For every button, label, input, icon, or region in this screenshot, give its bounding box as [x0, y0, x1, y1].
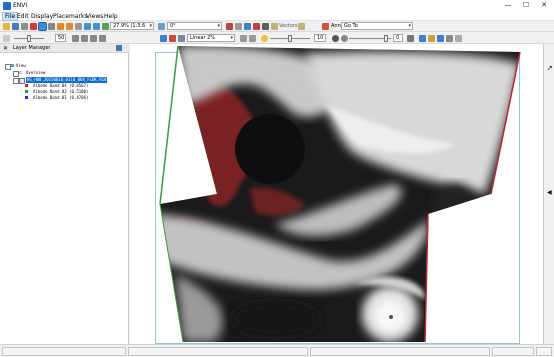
satellite-image[interactable]	[155, 44, 525, 344]
status-cell-2	[128, 347, 308, 356]
status-cell-4	[492, 347, 534, 356]
resize-grip[interactable]	[536, 347, 552, 356]
tree-label-band-1: Albedo Band 01 (0.4706)	[33, 95, 89, 100]
histogram-icon[interactable]	[169, 35, 176, 42]
menu-help[interactable]: Help	[102, 12, 120, 21]
blue-channel-icon	[25, 96, 28, 99]
contrast-spinbox[interactable]: 0	[393, 34, 403, 42]
cursor-arrow-icon: ➚	[547, 64, 553, 72]
print-icon[interactable]	[21, 23, 28, 30]
goto-value: Go To	[344, 23, 358, 29]
stretch-value: Linear 2%	[190, 35, 216, 41]
settings-icon[interactable]	[446, 35, 453, 42]
contrast-half-icon	[341, 35, 348, 42]
layer-manager-header: ✕ Layer Manager	[0, 44, 129, 53]
rotate-icon[interactable]	[66, 23, 73, 30]
menu-bar: File Edit Display Placemarks Views Help	[0, 12, 554, 21]
more-tools-icon[interactable]	[455, 35, 462, 42]
zoom-combo[interactable]: 27.9% (1:3.6 ▾	[110, 22, 154, 30]
expand-panel-icon[interactable]: ◀	[547, 189, 552, 196]
layer-manager-panel: ✕ Layer Manager View Overview HS_H08_201…	[0, 44, 129, 344]
opacity-spinbox[interactable]: 50	[55, 34, 66, 42]
status-cell-3	[310, 347, 490, 356]
display-toolbar: 50 Linear 2% ▾ 10 0	[0, 33, 554, 44]
vectors-icon[interactable]	[271, 23, 278, 30]
save-icon[interactable]	[12, 23, 19, 30]
stretch-combo[interactable]: Linear 2% ▾	[187, 34, 235, 42]
window-title: ENVI	[13, 2, 28, 9]
rotation-combo[interactable]: 0° ▾	[167, 22, 222, 30]
chevron-down-icon: ▾	[230, 35, 233, 41]
transparency-icon[interactable]	[3, 35, 10, 42]
vector-tool-icon[interactable]	[298, 23, 305, 30]
brightness-slider-knob[interactable]	[288, 35, 292, 42]
red-channel-icon	[25, 84, 28, 87]
export-icon[interactable]	[437, 35, 444, 42]
classify-icon[interactable]	[428, 35, 435, 42]
opacity-slider-knob[interactable]	[27, 35, 31, 42]
enhance-icon[interactable]	[240, 35, 247, 42]
maximize-button[interactable]: ☐	[518, 0, 534, 12]
tree-label-overview: Overview	[26, 70, 46, 75]
fit-view-icon[interactable]	[102, 23, 109, 30]
select-tool-icon[interactable]	[38, 22, 47, 31]
sharpen-tool-icon[interactable]	[407, 35, 414, 42]
brightness-icon	[261, 35, 268, 42]
chevron-down-icon: ▾	[149, 23, 152, 29]
rotation-value: 0°	[170, 23, 176, 29]
pan-icon[interactable]	[48, 23, 55, 30]
collapsed-panel-strip: ➚ ◀	[543, 44, 554, 344]
cursor-link-icon[interactable]	[90, 35, 97, 42]
annotations-icon[interactable]	[322, 23, 329, 30]
zoom-icon[interactable]	[75, 23, 82, 30]
pixel-icon[interactable]	[99, 35, 106, 42]
sync-icon[interactable]	[81, 35, 88, 42]
zoom-out-icon[interactable]	[93, 23, 100, 30]
zoom-value: 27.9% (1:3.6	[113, 23, 146, 29]
measure-icon[interactable]	[235, 23, 242, 30]
brightness-spinbox[interactable]: 10	[314, 34, 326, 42]
envi-tool-icon[interactable]	[262, 23, 269, 30]
contrast-slider-knob[interactable]	[384, 35, 388, 42]
zoom-in-icon[interactable]	[84, 23, 91, 30]
fly-icon[interactable]	[57, 23, 64, 30]
envi-app-icon	[3, 2, 11, 10]
cursor-value-icon[interactable]	[30, 23, 37, 30]
close-button[interactable]: ✕	[536, 0, 552, 12]
close-icon[interactable]: ✕	[3, 45, 8, 52]
pin-icon[interactable]	[116, 45, 122, 51]
title-bar: ENVI — ☐ ✕	[0, 0, 554, 12]
contrast-icon	[332, 35, 339, 42]
crosshair-icon[interactable]	[226, 23, 233, 30]
band-icon[interactable]	[178, 35, 185, 42]
status-bar	[0, 344, 554, 357]
vectors-label[interactable]: Vectors	[279, 22, 298, 30]
link-icon[interactable]	[72, 35, 79, 42]
minimize-button[interactable]: —	[500, 0, 516, 12]
chevron-down-icon: ▾	[217, 23, 220, 29]
main-toolbar: 27.9% (1:3.6▾ 0°▾ Vectors Annotations Go…	[0, 21, 554, 32]
chevron-down-icon: ▾	[408, 23, 411, 29]
stretch-icon[interactable]	[160, 35, 167, 42]
chart-icon[interactable]	[419, 35, 426, 42]
grid-icon[interactable]	[244, 23, 251, 30]
region-icon[interactable]	[253, 23, 260, 30]
status-cell-1	[2, 347, 126, 356]
tree-label-view: View	[16, 63, 26, 68]
rotate-view-icon[interactable]	[158, 23, 165, 30]
layer-manager-title: Layer Manager	[13, 45, 51, 51]
green-channel-icon	[25, 90, 28, 93]
goto-combo[interactable]: Go To ▾	[341, 22, 413, 30]
open-folder-icon[interactable]	[3, 23, 10, 30]
overview-icon	[19, 71, 22, 74]
view-icon	[11, 64, 14, 67]
sharpen-icon[interactable]	[249, 35, 256, 42]
